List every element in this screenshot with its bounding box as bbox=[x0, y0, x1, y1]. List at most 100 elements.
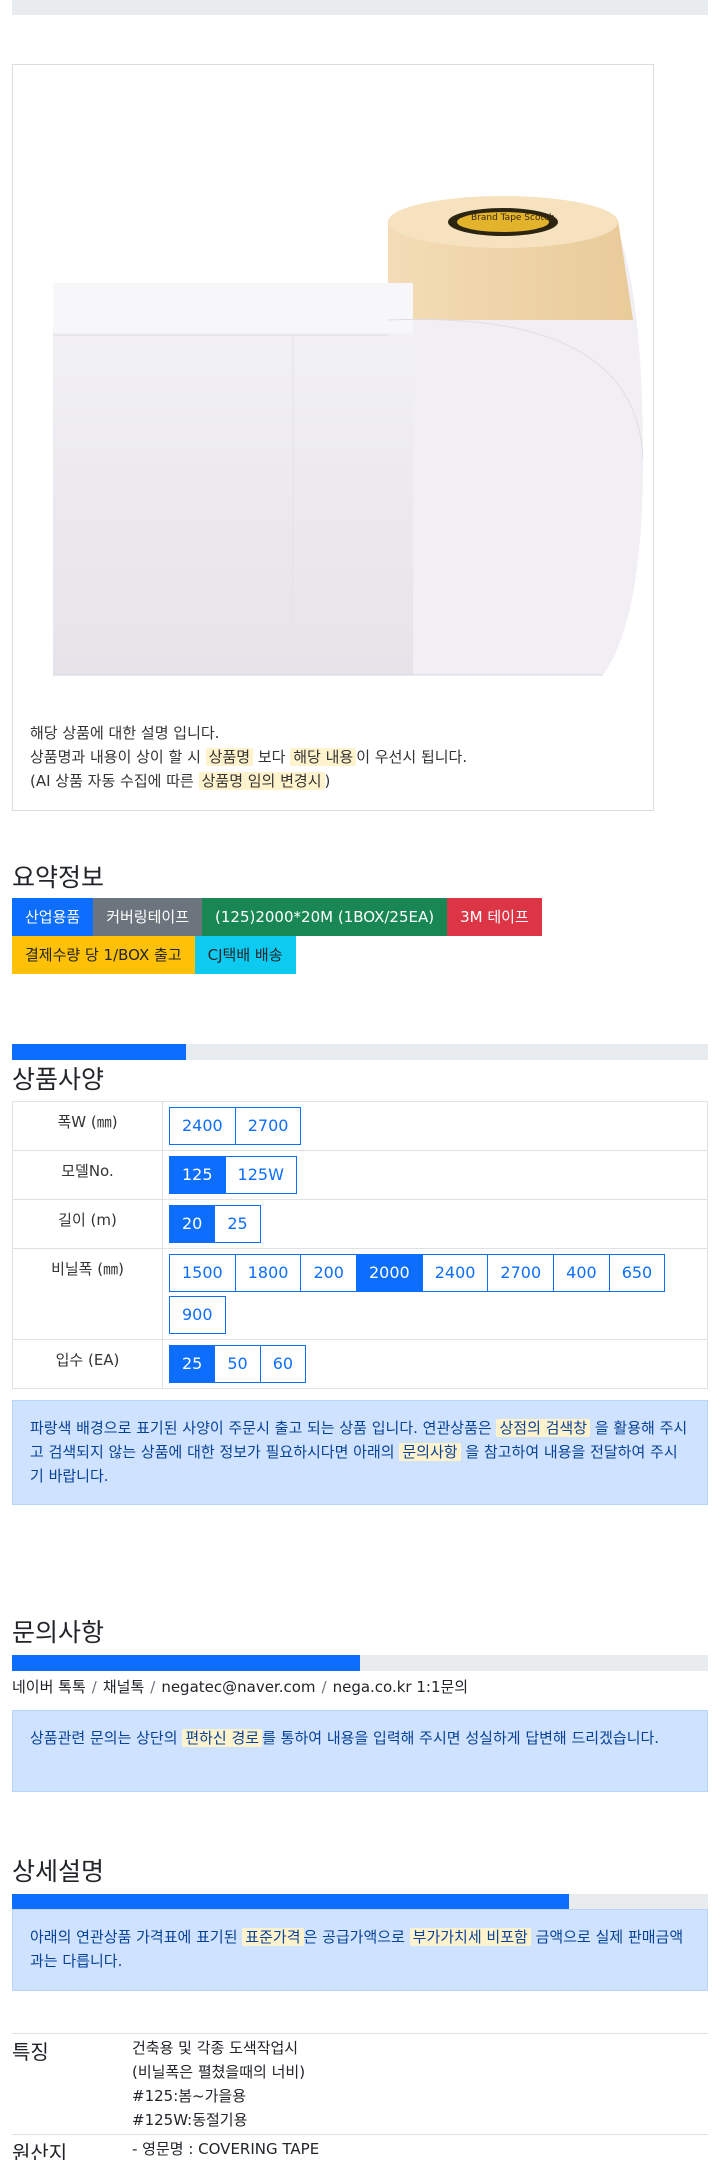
notice-text: 아래의 연관상품 가격표에 표기된 bbox=[30, 1928, 238, 1946]
feature-line: (비닐폭은 펼쳤을때의 너비) bbox=[132, 2063, 306, 2081]
description-line-2: 상품명과 내용이 상이 할 시 상품명 보다 해당 내용 이 우선시 됩니다. bbox=[30, 745, 650, 769]
highlight-inquiry: 문의사항 bbox=[399, 1443, 461, 1461]
highlight-content: 해당 내용 bbox=[290, 748, 357, 766]
badge-spec: (125)2000*20M (1BOX/25EA) bbox=[202, 898, 448, 936]
notice-text: 를 통하여 내용을 입력해 주시면 성실하게 답변해 드리겠습니다. bbox=[262, 1729, 660, 1747]
description-line-1: 해당 상품에 대한 설명 입니다. bbox=[30, 724, 220, 742]
spec-table: 폭W (㎜) 2400 2700 모델No. 125 125W 길이 (m) 20 2… bbox=[12, 1101, 708, 1389]
spec-option-button[interactable]: 2000 bbox=[355, 1254, 423, 1292]
description-text: ) bbox=[324, 772, 331, 790]
spec-label-quantity: 입수 (EA) bbox=[12, 1339, 163, 1389]
link-one-to-one[interactable]: nega.co.kr 1:1문의 bbox=[333, 1678, 469, 1696]
badge-subcategory: 커버링테이프 bbox=[93, 898, 203, 936]
spec-option-button[interactable]: 900 bbox=[169, 1296, 226, 1334]
spec-option-button[interactable]: 125 bbox=[169, 1156, 226, 1194]
spec-option-button[interactable]: 400 bbox=[553, 1254, 610, 1292]
spec-row: 길이 (m) 20 25 bbox=[12, 1199, 708, 1249]
spec-option-button[interactable]: 60 bbox=[259, 1345, 307, 1383]
feature-row: 특징 건축용 및 각종 도색작업시 (비닐폭은 펼쳤을때의 너비) #125:봄… bbox=[12, 2033, 708, 2135]
link-naver-talk[interactable]: 네이버 톡톡 bbox=[12, 1678, 86, 1696]
feature-values: 건축용 및 각종 도색작업시 (비닐폭은 펼쳤을때의 너비) #125:봄~가을… bbox=[132, 2033, 708, 2135]
spec-option-button[interactable]: 200 bbox=[300, 1254, 357, 1292]
feature-line: #125W:동절기용 bbox=[132, 2111, 248, 2129]
spec-options-cell: 2400 2700 bbox=[162, 1101, 708, 1151]
notice-text: 은 공급가액으로 bbox=[303, 1928, 405, 1946]
details-progress-bar bbox=[12, 1894, 708, 1910]
spec-row: 모델No. 125 125W bbox=[12, 1150, 708, 1200]
origin-label: 원산지 bbox=[12, 2134, 132, 2160]
description-text: 보다 bbox=[257, 748, 286, 766]
description-text: 이 우선시 됩니다. bbox=[356, 748, 468, 766]
spec-row: 폭W (㎜) 2400 2700 bbox=[12, 1101, 708, 1151]
width-options: 2400 2700 bbox=[168, 1107, 702, 1145]
spec-option-button[interactable]: 20 bbox=[169, 1205, 216, 1243]
spec-label-model: 모델No. bbox=[12, 1150, 163, 1200]
spec-option-button[interactable]: 2400 bbox=[421, 1254, 489, 1292]
spec-label-film-width: 비닐폭 (㎜) bbox=[12, 1248, 163, 1340]
spec-option-button[interactable]: 125W bbox=[224, 1156, 297, 1194]
feature-label: 특징 bbox=[12, 2033, 132, 2135]
spec-options-cell: 20 25 bbox=[162, 1199, 708, 1249]
badge-delivery: CJ택배 배송 bbox=[194, 936, 296, 974]
spec-options-cell: 125 125W bbox=[162, 1150, 708, 1200]
inquiry-progress-fill bbox=[12, 1655, 360, 1671]
product-image: Brand Tape Scotch bbox=[53, 196, 643, 676]
details-notice: 아래의 연관상품 가격표에 표기된 표준가격 은 공급가액으로 부가가치세 비포함… bbox=[12, 1909, 708, 1991]
tape-label-text: Brand Tape Scotch bbox=[471, 213, 555, 223]
link-channel-talk[interactable]: 채널톡 bbox=[103, 1678, 144, 1696]
feature-line: 건축용 및 각종 도색작업시 bbox=[132, 2039, 299, 2057]
spec-label-width: 폭W (㎜) bbox=[12, 1101, 163, 1151]
inquiry-notice: 상품관련 문의는 상단의 편하신 경로 를 통하여 내용을 입력해 주시면 성실하… bbox=[12, 1710, 708, 1792]
product-description: 해당 상품에 대한 설명 입니다. 상품명과 내용이 상이 할 시 상품명 보다… bbox=[30, 721, 650, 793]
origin-row: 원산지 - 영문명 : COVERING TAPE bbox=[12, 2134, 708, 2160]
quantity-options: 25 50 60 bbox=[168, 1345, 702, 1383]
details-progress-fill bbox=[12, 1894, 569, 1910]
spec-row: 비닐폭 (㎜) 1500 1800 200 2000 2400 2700 400 650 900 bbox=[12, 1248, 708, 1340]
highlight-store-search: 상점의 검색창 bbox=[496, 1419, 591, 1437]
link-separator: / bbox=[150, 1678, 156, 1696]
description-text: (AI 상품 자동 수집에 따른 bbox=[30, 772, 194, 790]
highlight-route: 편하신 경로 bbox=[182, 1729, 263, 1747]
film-width-options: 1500 1800 200 2000 2400 2700 400 650 900 bbox=[168, 1254, 702, 1334]
spec-option-button[interactable]: 2700 bbox=[487, 1254, 555, 1292]
link-email[interactable]: negatec@naver.com bbox=[161, 1678, 315, 1696]
spec-row: 입수 (EA) 25 50 60 bbox=[12, 1339, 708, 1389]
inquiry-links: 네이버 톡톡 / 채널톡 / negatec@naver.com / nega.co.kr … bbox=[12, 1676, 468, 1697]
specs-progress-bar bbox=[12, 1044, 708, 1060]
specs-progress-fill bbox=[12, 1044, 186, 1060]
description-line-3: (AI 상품 자동 수집에 따른 상품명 임의 변경시) bbox=[30, 769, 650, 793]
spec-option-button[interactable]: 50 bbox=[214, 1345, 261, 1383]
spec-option-button[interactable]: 1500 bbox=[169, 1254, 236, 1292]
inquiry-title: 문의사항 bbox=[12, 1618, 105, 1647]
description-text: 상품명과 내용이 상이 할 시 bbox=[30, 748, 201, 766]
spec-option-button[interactable]: 2400 bbox=[169, 1107, 236, 1145]
badge-brand: 3M 테이프 bbox=[447, 898, 542, 936]
highlight-product-name: 상품명 bbox=[205, 748, 254, 766]
details-title: 상세설명 bbox=[12, 1857, 105, 1886]
spec-label-length: 길이 (m) bbox=[12, 1199, 163, 1249]
product-image-box: Brand Tape Scotch 해당 상품에 대한 설명 입니다. 상품명과… bbox=[12, 64, 654, 811]
spec-options-cell: 25 50 60 bbox=[162, 1339, 708, 1389]
specs-title: 상품사양 bbox=[12, 1065, 105, 1094]
notice-text: 상품관련 문의는 상단의 bbox=[30, 1729, 178, 1747]
link-separator: / bbox=[321, 1678, 327, 1696]
model-options: 125 125W bbox=[168, 1156, 702, 1194]
spec-option-button[interactable]: 25 bbox=[214, 1205, 261, 1243]
highlight-standard-price: 표준가격 bbox=[242, 1928, 304, 1946]
origin-value: - 영문명 : COVERING TAPE bbox=[132, 2134, 708, 2160]
spec-option-button[interactable]: 2700 bbox=[234, 1107, 302, 1145]
spec-option-button[interactable]: 25 bbox=[169, 1345, 216, 1383]
spec-notice: 파랑색 배경으로 표기된 사양이 주문시 출고 되는 상품 입니다. 연관상품은… bbox=[12, 1400, 708, 1505]
summary-badges: 산업용품 커버링테이프 (125)2000*20M (1BOX/25EA) 3M… bbox=[12, 898, 612, 974]
spec-options-cell: 1500 1800 200 2000 2400 2700 400 650 900 bbox=[162, 1248, 708, 1340]
spec-option-button[interactable]: 1800 bbox=[234, 1254, 302, 1292]
notice-text: 파랑색 배경으로 표기된 사양이 주문시 출고 되는 상품 입니다. 연관상품은 bbox=[30, 1419, 492, 1437]
badge-category: 산업용품 bbox=[12, 898, 94, 936]
highlight-name-change: 상품명 임의 변경시 bbox=[198, 772, 325, 790]
feature-table: 특징 건축용 및 각종 도색작업시 (비닐폭은 펼쳤을때의 너비) #125:봄… bbox=[12, 2033, 708, 2160]
badge-shipping-qty: 결제수량 당 1/BOX 출고 bbox=[12, 936, 195, 974]
link-separator: / bbox=[91, 1678, 97, 1696]
length-options: 20 25 bbox=[168, 1205, 702, 1243]
spec-option-button[interactable]: 650 bbox=[608, 1254, 666, 1292]
highlight-vat-excluded: 부가가치세 비포함 bbox=[409, 1928, 531, 1946]
